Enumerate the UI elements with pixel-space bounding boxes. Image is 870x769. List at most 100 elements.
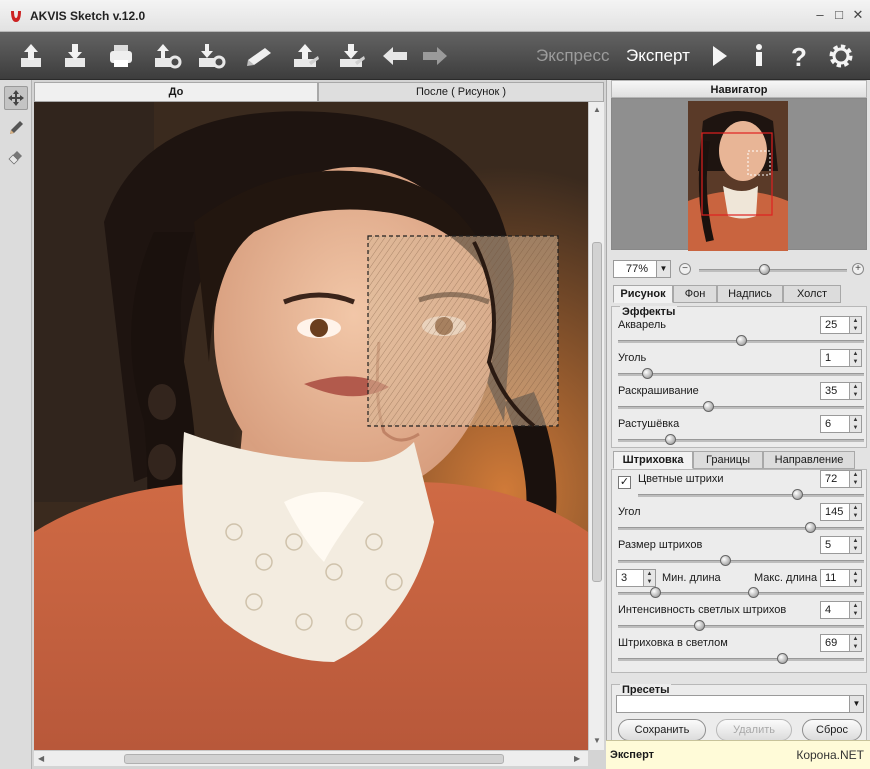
zoom-in-icon[interactable]: + [852, 263, 864, 275]
reset-button[interactable]: Сброс [802, 719, 862, 741]
minimize-icon[interactable]: – [812, 7, 828, 23]
run-icon[interactable] [702, 39, 736, 73]
spin-arrows-icon[interactable]: ▲ ▼ [849, 350, 861, 366]
redo-arrow-icon[interactable] [418, 39, 452, 73]
open-icon[interactable] [14, 39, 48, 73]
tab-edges[interactable]: Границы [693, 451, 763, 469]
print-icon[interactable] [104, 39, 138, 73]
light-intensity-input[interactable]: 4 ▲ ▼ [820, 601, 862, 619]
tab-after[interactable]: После ( Рисунок ) [318, 82, 604, 102]
charcoal-slider-knob[interactable] [641, 368, 653, 379]
coloring-slider-knob[interactable] [702, 401, 714, 412]
save-preset-button[interactable]: Сохранить [618, 719, 706, 741]
scroll-left-icon[interactable]: ◀ [38, 754, 44, 763]
image-canvas[interactable] [34, 102, 588, 750]
spin-arrows-icon[interactable]: ▲ ▼ [849, 537, 861, 553]
zoom-slider-knob[interactable] [759, 264, 770, 275]
scroll-thumb[interactable] [592, 242, 602, 582]
tab-before[interactable]: До [34, 82, 318, 102]
zoom-slider[interactable] [699, 269, 847, 272]
tab-hatching[interactable]: Штриховка [613, 451, 693, 469]
blur-slider-knob[interactable] [665, 434, 677, 445]
watercolor-slider-knob[interactable] [736, 335, 747, 346]
scroll-thumb[interactable] [124, 754, 504, 764]
navigate-tool-icon[interactable] [4, 86, 28, 110]
undo-arrow-icon[interactable] [378, 39, 412, 73]
settings-gear-icon[interactable] [824, 39, 858, 73]
param-value: 11 [825, 572, 837, 584]
save-icon[interactable] [58, 39, 92, 73]
navigator-preview[interactable] [611, 98, 867, 251]
light-intensity-label: Интенсивность светлых штрихов [618, 604, 787, 616]
tab-direction[interactable]: Направление [763, 451, 855, 469]
param-value: 35 [825, 385, 838, 397]
light-intensity-slider[interactable] [618, 625, 864, 628]
maximize-icon[interactable]: □ [831, 7, 847, 23]
spin-arrows-icon[interactable]: ▲ ▼ [849, 602, 861, 618]
charcoal-slider[interactable] [618, 373, 864, 376]
delete-preset-button[interactable]: Удалить [716, 719, 792, 741]
watercolor-input[interactable]: 25 ▲ ▼ [820, 316, 862, 334]
pencil-tool-icon[interactable] [4, 116, 28, 140]
blur-input[interactable]: 6 ▲ ▼ [820, 415, 862, 433]
info-icon[interactable] [742, 39, 776, 73]
blur-slider[interactable] [618, 439, 864, 442]
spin-arrows-icon[interactable]: ▲ ▼ [849, 471, 861, 487]
spin-arrows-icon[interactable]: ▲ ▼ [849, 570, 861, 586]
light-intensity-slider-knob[interactable] [694, 620, 705, 631]
angle-label: Угол [618, 506, 641, 518]
tab-background[interactable]: Фон [673, 285, 717, 303]
param-value: 25 [825, 319, 838, 331]
mode-express-tab[interactable]: Экспресс [536, 46, 609, 66]
light-hatching-slider[interactable] [618, 658, 864, 661]
tab-canvas[interactable]: Холст [783, 285, 841, 303]
batch-download-icon[interactable] [334, 39, 368, 73]
zoom-out-icon[interactable]: − [679, 263, 691, 275]
min-length-input[interactable]: 3 ▲ ▼ [616, 569, 656, 587]
batch-upload-icon[interactable] [288, 39, 322, 73]
angle-slider-knob[interactable] [805, 522, 816, 533]
mode-expert-tab[interactable]: Эксперт [626, 46, 690, 66]
tab-text[interactable]: Надпись [717, 285, 783, 303]
navigator-title: Навигатор [611, 80, 867, 98]
help-icon[interactable]: ? [782, 39, 816, 73]
preset-select[interactable]: ▼ [616, 695, 864, 713]
share-icon[interactable] [242, 39, 276, 73]
max-length-knob[interactable] [748, 587, 759, 598]
spin-arrows-icon[interactable]: ▲ ▼ [849, 383, 861, 399]
stroke-size-input[interactable]: 5 ▲ ▼ [820, 536, 862, 554]
min-length-knob[interactable] [650, 587, 661, 598]
horizontal-scrollbar[interactable]: ◀ ▶ [34, 750, 588, 766]
angle-slider[interactable] [618, 527, 864, 530]
export-settings-icon[interactable] [194, 39, 228, 73]
spin-arrows-icon[interactable]: ▲ ▼ [849, 317, 861, 333]
close-icon[interactable]: ✕ [850, 7, 866, 23]
coloring-input[interactable]: 35 ▲ ▼ [820, 382, 862, 400]
zoom-select[interactable]: 77% ▼ [613, 260, 671, 278]
colored-strokes-slider-knob[interactable] [792, 489, 803, 500]
angle-input[interactable]: 145 ▲ ▼ [820, 503, 862, 521]
colored-strokes-checkbox[interactable]: ✓ [618, 476, 631, 489]
colored-strokes-input[interactable]: 72 ▲ ▼ [820, 470, 862, 488]
stroke-size-slider-knob[interactable] [720, 555, 731, 566]
max-length-input[interactable]: 11 ▲ ▼ [820, 569, 862, 587]
eraser-tool-icon[interactable] [4, 144, 28, 168]
spin-arrows-icon[interactable]: ▲ ▼ [849, 635, 861, 651]
light-hatching-input[interactable]: 69 ▲ ▼ [820, 634, 862, 652]
import-settings-icon[interactable] [150, 39, 184, 73]
coloring-slider[interactable] [618, 406, 864, 409]
charcoal-input[interactable]: 1 ▲ ▼ [820, 349, 862, 367]
vertical-scrollbar[interactable]: ▲ ▼ [588, 102, 604, 750]
light-hatching-slider-knob[interactable] [777, 653, 788, 664]
spin-arrows-icon[interactable]: ▲ ▼ [643, 570, 655, 586]
colored-strokes-slider[interactable] [638, 494, 864, 497]
scroll-up-icon[interactable]: ▲ [593, 105, 601, 114]
param-value: 1 [825, 352, 832, 364]
spin-arrows-icon[interactable]: ▲ ▼ [849, 416, 861, 432]
scroll-right-icon[interactable]: ▶ [574, 754, 580, 763]
spin-arrows-icon[interactable]: ▲ ▼ [849, 504, 861, 520]
tab-drawing[interactable]: Рисунок [613, 285, 673, 303]
scroll-down-icon[interactable]: ▼ [593, 736, 601, 745]
stroke-size-slider[interactable] [618, 560, 864, 563]
navigator-thumbnail[interactable] [688, 101, 788, 251]
